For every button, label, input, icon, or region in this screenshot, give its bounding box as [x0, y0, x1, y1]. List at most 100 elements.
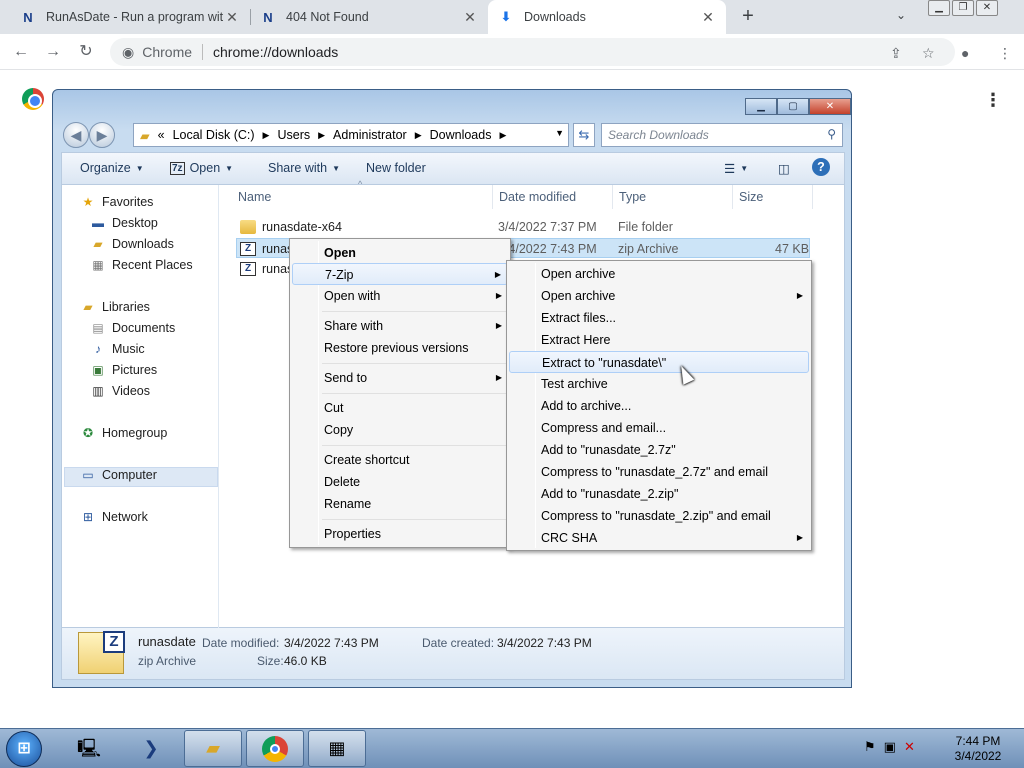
- breadcrumb-item[interactable]: Users: [277, 128, 310, 142]
- forward-icon[interactable]: ▶: [89, 122, 115, 148]
- nav-documents[interactable]: ▤ Documents: [90, 321, 175, 335]
- nav-downloads[interactable]: ▰ Downloads: [90, 237, 173, 251]
- menu-item-open[interactable]: Open: [292, 242, 508, 264]
- menu-item-crc-sha[interactable]: CRC SHA ▶: [509, 527, 809, 549]
- nav-videos[interactable]: ▥ Videos: [90, 384, 150, 398]
- preview-pane-icon[interactable]: ◫: [778, 161, 790, 176]
- n-favicon-icon: N: [263, 9, 273, 25]
- back-icon[interactable]: ◀: [63, 122, 89, 148]
- menu-item-add-zip[interactable]: Add to "runasdate_2.zip": [509, 483, 809, 505]
- reload-icon[interactable]: ↻: [77, 43, 95, 61]
- column-size[interactable]: Size: [739, 185, 763, 209]
- breadcrumb-item[interactable]: Administrator: [333, 128, 407, 142]
- overflow-icon[interactable]: «: [158, 128, 165, 142]
- help-icon[interactable]: ?: [812, 158, 830, 176]
- menu-item-compress-zip-email[interactable]: Compress to "runasdate_2.zip" and email: [509, 505, 809, 527]
- menu-item-extract-to[interactable]: Extract to "runasdate\": [509, 351, 809, 373]
- maximize-button[interactable]: ▢: [777, 98, 809, 115]
- new-tab-button[interactable]: +: [738, 6, 758, 26]
- close-icon[interactable]: ✕: [224, 9, 240, 26]
- tab-downloads[interactable]: ⬇ Downloads ✕: [488, 0, 726, 34]
- restore-button[interactable]: ❐: [952, 0, 974, 16]
- profile-icon[interactable]: ●: [961, 45, 969, 61]
- menu-item-add-7z[interactable]: Add to "runasdate_2.7z": [509, 439, 809, 461]
- nav-music[interactable]: ♪ Music: [90, 342, 145, 356]
- refresh-icon[interactable]: ⇆: [573, 123, 595, 147]
- menu-item-open-archive-sub[interactable]: Open archive ▶: [509, 285, 809, 307]
- menu-item-test-archive[interactable]: Test archive: [509, 373, 809, 395]
- chevron-down-icon[interactable]: ⌄: [896, 8, 912, 24]
- view-options-icon[interactable]: ☰ ▼: [724, 161, 748, 176]
- menu-item-open-archive[interactable]: Open archive: [509, 263, 809, 285]
- menu-item-cut[interactable]: Cut: [292, 397, 508, 419]
- server-manager-icon[interactable]: 🖳: [60, 730, 118, 767]
- nav-pictures[interactable]: ▣ Pictures: [90, 363, 157, 377]
- omnibox-url: chrome://downloads: [213, 44, 339, 60]
- calendar-app-icon[interactable]: ▦: [308, 730, 366, 767]
- search-input[interactable]: Search Downloads ⚲: [601, 123, 843, 147]
- explorer-breadcrumb[interactable]: ▰ « Local Disk (C:) ▶ Users ▶ Administrato…: [133, 123, 569, 147]
- back-icon[interactable]: ←: [12, 43, 30, 61]
- column-name[interactable]: Name: [238, 185, 271, 209]
- nav-recent-places[interactable]: ▦ Recent Places: [90, 258, 192, 272]
- submenu-arrow-icon: ▶: [495, 291, 502, 300]
- zip-file-icon: Z: [240, 262, 256, 276]
- menu-item-extract-here[interactable]: Extract Here: [509, 329, 809, 351]
- tab-runasdate[interactable]: N RunAsDate - Run a program with ✕: [10, 0, 250, 34]
- minimize-button[interactable]: ▁: [745, 98, 777, 115]
- system-tray: ⚑ ▣ ✕: [864, 739, 915, 755]
- menu-item-share-with[interactable]: Share with ▶: [292, 315, 508, 337]
- column-type[interactable]: Type: [619, 185, 646, 209]
- menu-item-add-to-archive[interactable]: Add to archive...: [509, 395, 809, 417]
- share-icon[interactable]: ⇪: [890, 45, 902, 62]
- navigation-pane: ★ Favorites ▬ Desktop ▰ Downloads ▦ Recent P…: [62, 185, 219, 629]
- close-icon[interactable]: ✕: [700, 9, 716, 26]
- menu-item-create-shortcut[interactable]: Create shortcut: [292, 449, 508, 471]
- menu-kebab-icon[interactable]: ⋮: [998, 45, 1012, 62]
- menu-item-rename[interactable]: Rename: [292, 493, 508, 515]
- close-window-button[interactable]: ✕: [976, 0, 998, 16]
- nav-desktop[interactable]: ▬ Desktop: [90, 216, 158, 230]
- libraries-icon: ▰: [83, 300, 93, 314]
- menu-item-restore-versions[interactable]: Restore previous versions: [292, 337, 508, 359]
- column-date[interactable]: Date modified: [499, 185, 576, 209]
- start-button[interactable]: ⊞: [6, 731, 42, 767]
- menu-item-7zip[interactable]: 7-Zip ▶: [292, 263, 508, 285]
- breadcrumb-item[interactable]: Downloads: [430, 128, 492, 142]
- flag-icon[interactable]: ⚑: [864, 739, 876, 755]
- new-folder-button[interactable]: New folder: [366, 161, 426, 175]
- minimize-button[interactable]: ▁: [928, 0, 950, 16]
- tab-404[interactable]: N 404 Not Found ✕: [250, 0, 488, 34]
- menu-item-properties[interactable]: Properties: [292, 523, 508, 545]
- close-icon[interactable]: ✕: [462, 9, 478, 26]
- page-menu-icon[interactable]: ⋮: [984, 90, 1002, 111]
- clock[interactable]: 7:44 PM 3/4/2022: [938, 734, 1018, 764]
- close-window-button[interactable]: ✕: [809, 98, 851, 115]
- open-button[interactable]: 7z Open ▼: [170, 161, 233, 175]
- chrome-taskbar-icon[interactable]: [246, 730, 304, 767]
- menu-item-delete[interactable]: Delete: [292, 471, 508, 493]
- breadcrumb-item[interactable]: Local Disk (C:): [173, 128, 255, 142]
- file-row[interactable]: runasdate-x64 3/4/2022 7:37 PM File fold…: [236, 217, 810, 237]
- menu-item-compress-7z-email[interactable]: Compress to "runasdate_2.7z" and email: [509, 461, 809, 483]
- nav-favorites[interactable]: ★ Favorites: [80, 195, 154, 209]
- nav-computer[interactable]: ▭ Computer: [80, 468, 157, 482]
- address-bar[interactable]: ◉ Chrome chrome://downloads: [110, 38, 955, 66]
- menu-item-send-to[interactable]: Send to ▶: [292, 367, 508, 389]
- explorer-taskbar-icon[interactable]: ▰: [184, 730, 242, 767]
- menu-item-copy[interactable]: Copy: [292, 419, 508, 441]
- star-icon[interactable]: ☆: [922, 45, 935, 62]
- menu-item-open-with[interactable]: Open with ▶: [292, 285, 508, 307]
- network-tray-icon[interactable]: ▣: [884, 739, 896, 755]
- share-with-button[interactable]: Share with ▼: [268, 161, 340, 175]
- organize-button[interactable]: Organize ▼: [80, 161, 144, 175]
- volume-muted-icon[interactable]: ✕: [904, 739, 915, 755]
- forward-icon[interactable]: →: [44, 43, 62, 61]
- chevron-down-icon[interactable]: ▼: [555, 128, 564, 138]
- nav-homegroup[interactable]: ✪ Homegroup: [80, 426, 167, 440]
- nav-network[interactable]: ⊞ Network: [80, 510, 148, 524]
- powershell-icon[interactable]: ❯: [122, 730, 180, 767]
- menu-item-compress-email[interactable]: Compress and email...: [509, 417, 809, 439]
- menu-item-extract-files[interactable]: Extract files...: [509, 307, 809, 329]
- nav-libraries[interactable]: ▰ Libraries: [80, 300, 150, 314]
